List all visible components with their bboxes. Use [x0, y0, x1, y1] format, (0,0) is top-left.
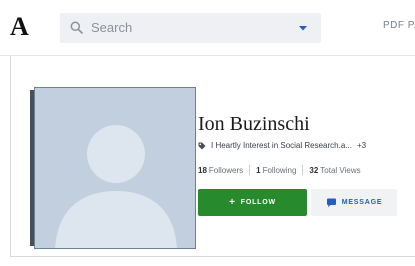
profile-page: A Search PDF PA Ion Buzinschi I Heart	[0, 0, 415, 266]
search-bar[interactable]: Search	[60, 13, 321, 43]
views-count: 32	[309, 165, 319, 175]
tagline-more-count[interactable]: +3	[357, 141, 366, 150]
chat-bubble-icon	[326, 198, 336, 207]
divider	[302, 165, 304, 175]
followers-label[interactable]: Followers	[209, 166, 243, 175]
divider	[10, 256, 415, 257]
profile-name: Ion Buzinschi	[198, 113, 310, 135]
message-button-label: MESSAGE	[341, 199, 383, 206]
search-icon	[70, 21, 83, 34]
tag-icon	[198, 142, 206, 149]
default-avatar-icon	[35, 88, 195, 248]
views-label: Total Views	[320, 165, 361, 175]
profile-stats: 18 Followers 1 Following 32 Total Views	[198, 165, 361, 175]
following-count: 1	[256, 165, 261, 175]
tagline-text: I Heartly Interest in Social Research.a.…	[211, 141, 352, 150]
nav-pdf-pack-link[interactable]: PDF PA	[383, 20, 415, 31]
profile-tagline: I Heartly Interest in Social Research.a.…	[198, 141, 366, 150]
plus-icon: +	[229, 197, 236, 208]
message-button[interactable]: MESSAGE	[311, 189, 397, 216]
follow-button-label: FOLLOW	[240, 199, 276, 206]
divider	[10, 56, 11, 256]
followers-count: 18	[198, 165, 207, 175]
chevron-down-icon[interactable]	[297, 22, 309, 34]
following-label[interactable]: Following	[263, 166, 297, 175]
avatar[interactable]	[34, 87, 196, 249]
divider	[249, 165, 251, 175]
follow-button[interactable]: + FOLLOW	[198, 189, 307, 216]
search-input[interactable]: Search	[91, 20, 132, 35]
top-header: A Search PDF PA	[0, 0, 415, 56]
site-logo[interactable]: A	[10, 13, 29, 41]
